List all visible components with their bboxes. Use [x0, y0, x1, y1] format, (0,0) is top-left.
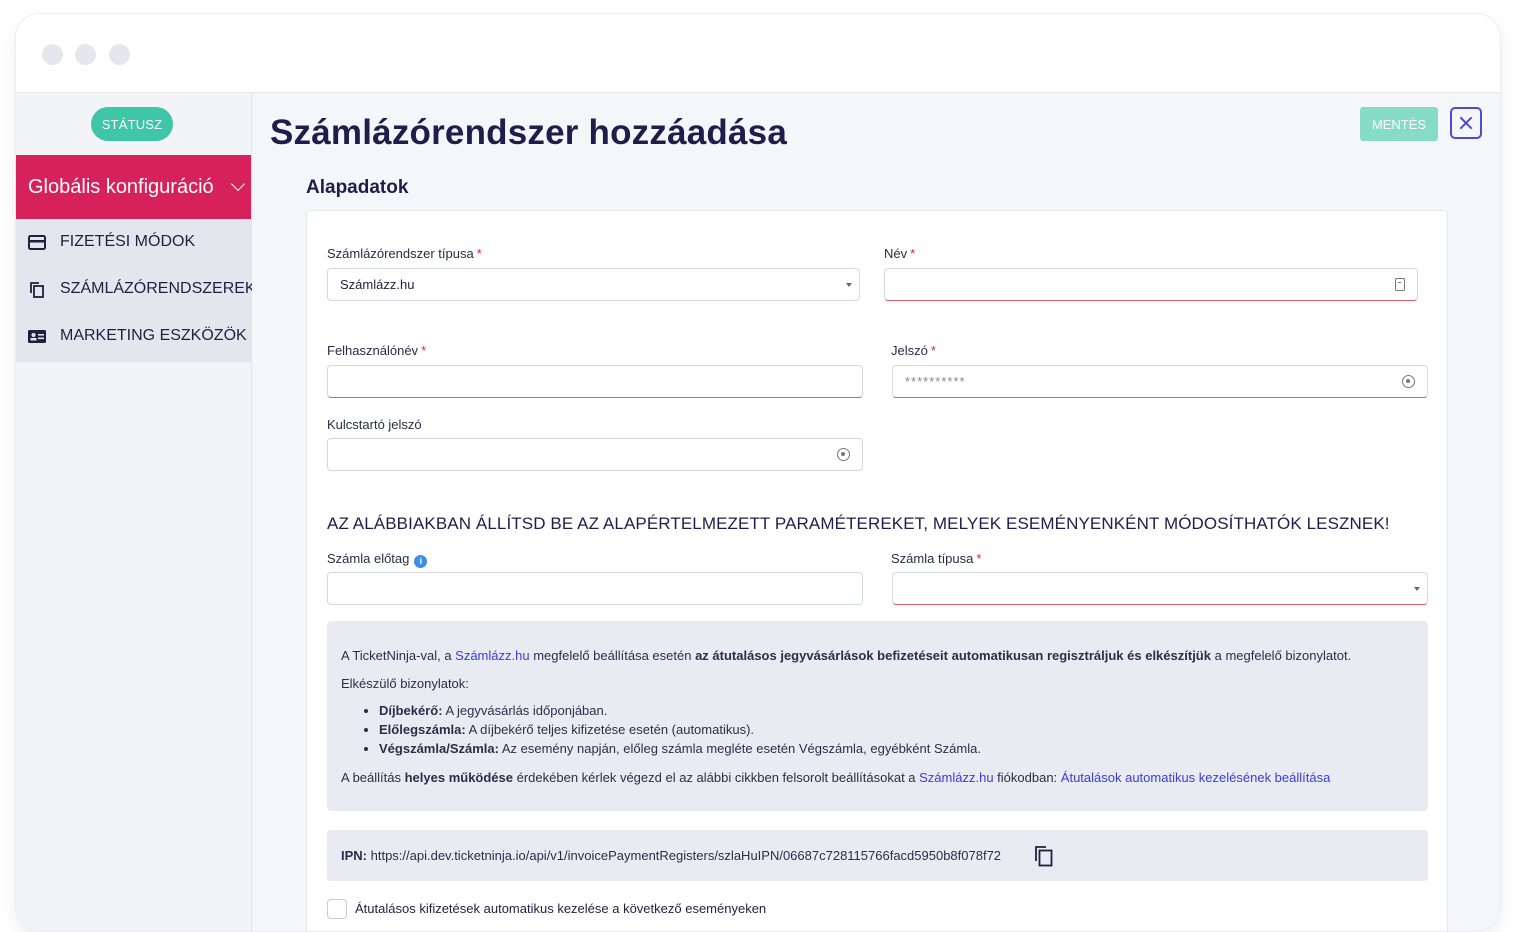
chevron-down-icon [230, 176, 246, 192]
password-label: Jelszó * [891, 343, 936, 358]
copy-icon [30, 282, 44, 298]
sidebar-item-label: MARKETING ESZKÖZÖK [60, 327, 247, 344]
id-card-icon [1395, 278, 1405, 291]
password-value: ********** [905, 374, 966, 389]
name-field[interactable] [884, 268, 1418, 301]
close-button[interactable] [1450, 107, 1482, 139]
notice-paragraph: A beállítás helyes működése érdekében ké… [341, 770, 1331, 785]
list-item: Előlegszámla: A díjbekérő teljes kifizet… [379, 720, 981, 739]
caret-down-icon [846, 283, 852, 287]
list-item: Díjbekérő: A jegyvásárlás időponjában. [379, 701, 981, 720]
auto-transfer-settings-link[interactable]: Átutalások automatikus kezelésének beáll… [1061, 770, 1331, 785]
window-minimize-dot[interactable] [75, 44, 96, 65]
ipn-text: IPN: https://api.dev.ticketninja.io/api/… [341, 848, 1002, 863]
prefix-label: Számla előtag i [327, 551, 428, 568]
notice-paragraph: A TicketNinja-val, a Számlázz.hu megfele… [341, 648, 1352, 663]
select-value: Számlázz.hu [340, 277, 415, 292]
list-item: Végszámla/Számla: Az esemény napján, elő… [379, 739, 981, 758]
copy-icon[interactable] [1034, 845, 1054, 867]
sidebar-item-label: Globális konfiguráció [28, 175, 214, 198]
sidebar-item-invoicing-systems[interactable]: SZÁMLÁZÓRENDSZEREK [16, 266, 256, 313]
defaults-heading: AZ ALÁBBIAKBAN ÁLLÍTSD BE AZ ALAPÉRTELME… [327, 514, 1390, 533]
section-title: Alapadatok [306, 177, 409, 198]
szamlazz-link[interactable]: Számlázz.hu [919, 770, 993, 785]
status-button[interactable]: STÁTUSZ [91, 107, 173, 141]
save-button[interactable]: MENTÉS [1360, 107, 1438, 141]
credit-card-icon [28, 235, 46, 250]
page-title: Számlázórendszer hozzáadása [270, 113, 787, 152]
name-label: Név * [884, 246, 916, 261]
ipn-box: IPN: https://api.dev.ticketninja.io/api/… [327, 830, 1428, 881]
sidebar-item-marketing-tools[interactable]: MARKETING ESZKÖZÖK [16, 313, 251, 360]
sidebar-item-payment-methods[interactable]: FIZETÉSI MÓDOK [16, 219, 251, 266]
invoice-type-label: Számla típusa * [891, 551, 982, 566]
sidebar-item-global-config[interactable]: Globális konfiguráció [16, 155, 251, 219]
keychain-label: Kulcstartó jelszó [327, 417, 422, 432]
main-content: Számlázórendszer hozzáadása MENTÉS Alapa… [252, 93, 1500, 931]
contact-card-icon [28, 330, 46, 343]
sidebar: STÁTUSZ Globális konfiguráció FIZETÉSI M… [16, 93, 256, 931]
app-window: STÁTUSZ Globális konfiguráció FIZETÉSI M… [16, 14, 1500, 931]
auto-handle-checkbox[interactable] [327, 899, 347, 919]
info-icon[interactable]: i [414, 555, 428, 568]
document-list: Díjbekérő: A jegyvásárlás időponjában. E… [341, 701, 981, 758]
window-titlebar [16, 14, 1500, 93]
sidebar-item-label: SZÁMLÁZÓRENDSZEREK [60, 280, 256, 297]
eye-icon[interactable] [837, 448, 850, 461]
sidebar-submenu: FIZETÉSI MÓDOK SZÁMLÁZÓRENDSZEREK MARKET… [16, 219, 256, 362]
username-field[interactable] [327, 365, 863, 398]
caret-down-icon [1414, 587, 1420, 591]
szamlazz-link[interactable]: Számlázz.hu [455, 648, 529, 663]
invoice-prefix-field[interactable] [327, 572, 863, 605]
keychain-password-field[interactable] [327, 438, 863, 471]
notice-subheading: Elkészülő bizonylatok: [341, 676, 469, 691]
info-notice: A TicketNinja-val, a Számlázz.hu megfele… [327, 621, 1428, 811]
invoice-type-select[interactable] [892, 572, 1428, 605]
password-field[interactable]: ********** [892, 365, 1428, 398]
sidebar-item-label: FIZETÉSI MÓDOK [60, 233, 196, 250]
invoicing-system-type-select[interactable]: Számlázz.hu [327, 268, 860, 301]
username-label: Felhasználónév * [327, 343, 427, 358]
window-zoom-dot[interactable] [109, 44, 130, 65]
eye-icon[interactable] [1402, 375, 1415, 388]
type-label: Számlázórendszer típusa * [327, 246, 482, 261]
window-close-dot[interactable] [42, 44, 63, 65]
auto-handle-label: Átutalásos kifizetések automatikus kezel… [355, 901, 767, 916]
form-card: Számlázórendszer típusa * Számlázz.hu Név… [306, 210, 1448, 931]
